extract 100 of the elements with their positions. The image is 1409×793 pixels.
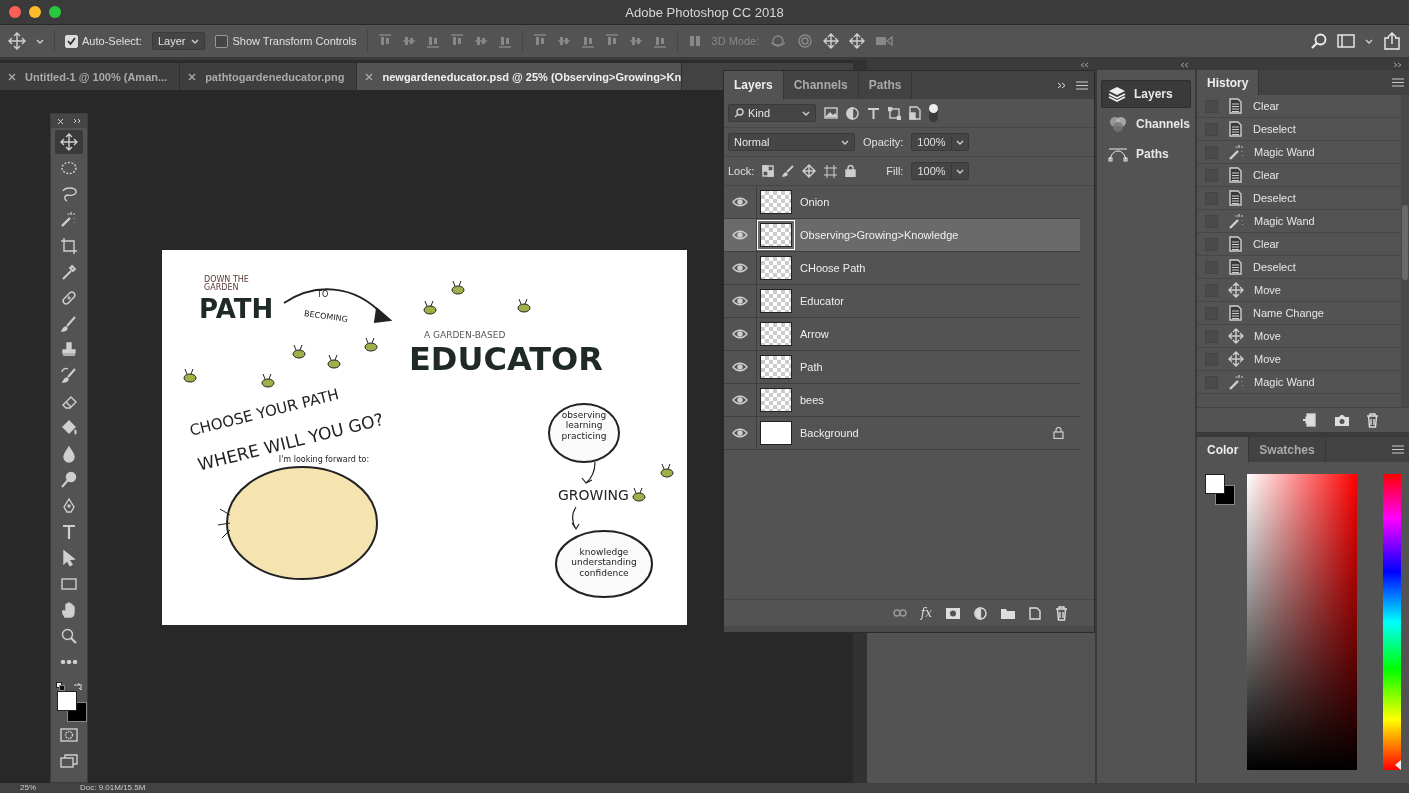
layer-row[interactable]: CHoose Path — [724, 252, 1080, 285]
history-item[interactable]: Move — [1197, 348, 1401, 371]
brush-icon[interactable] — [782, 165, 795, 177]
document-tab[interactable]: newgardeneducator.psd @ 25% (Observing>Growing>Kn — [357, 63, 683, 90]
close-icon[interactable] — [365, 72, 374, 81]
fill-field[interactable]: 100% — [911, 162, 969, 180]
lock-transparency-icon[interactable] — [762, 165, 775, 177]
color-panel-tab[interactable]: Swatches — [1249, 437, 1326, 462]
history-item[interactable]: Magic Wand — [1197, 210, 1401, 233]
expand-icon[interactable] — [1393, 62, 1403, 68]
lock-icon[interactable] — [845, 165, 857, 177]
smart-object-filter-icon[interactable] — [909, 106, 921, 120]
eye-icon[interactable] — [732, 329, 748, 339]
eye-icon[interactable] — [732, 428, 748, 438]
dock-panel-button[interactable]: Channels — [1101, 110, 1191, 138]
panel-tab[interactable]: Channels — [783, 71, 859, 99]
trash-icon[interactable] — [1055, 605, 1068, 621]
move-icon[interactable] — [802, 164, 817, 178]
panel-tab[interactable]: Paths — [858, 71, 913, 99]
layer-row[interactable]: Background — [724, 417, 1080, 450]
history-item[interactable]: Magic Wand — [1197, 141, 1401, 164]
history-item[interactable]: Magic Wand — [1197, 371, 1401, 394]
pan-3d-icon[interactable] — [823, 33, 840, 49]
blend-mode-dropdown[interactable]: Normal — [728, 133, 855, 151]
close-icon[interactable] — [8, 72, 16, 81]
caret-icon[interactable] — [1365, 38, 1373, 44]
history-panel-tab[interactable]: History — [1197, 70, 1260, 95]
transform-controls-checkbox[interactable] — [215, 34, 229, 48]
eye-icon[interactable] — [732, 362, 748, 372]
layer-mask-icon[interactable] — [946, 607, 960, 619]
layer-row[interactable]: Arrow — [724, 318, 1080, 351]
history-item[interactable]: Deselect — [1197, 187, 1401, 210]
close-icon[interactable] — [57, 117, 64, 125]
history-item[interactable]: Deselect — [1197, 118, 1401, 141]
camera-icon[interactable] — [1334, 413, 1350, 427]
layer-row[interactable]: bees — [724, 384, 1080, 417]
adjustment-layer-icon[interactable] — [974, 606, 987, 620]
eye-icon[interactable] — [732, 296, 748, 306]
foreground-background-swatches[interactable] — [57, 691, 87, 721]
minimize-window-button[interactable] — [29, 6, 41, 18]
zoom-level[interactable]: 25% — [0, 783, 80, 793]
color-field[interactable] — [1247, 474, 1357, 770]
collapse-icon[interactable] — [1079, 62, 1089, 68]
menu-icon[interactable] — [1392, 445, 1404, 454]
screen-mode-icon[interactable] — [60, 754, 78, 768]
menu-icon[interactable] — [1076, 80, 1088, 90]
adjustment-filter-icon[interactable] — [846, 106, 859, 120]
eye-icon[interactable] — [732, 197, 748, 207]
eye-icon[interactable] — [732, 395, 748, 405]
history-item[interactable]: Clear — [1197, 95, 1401, 118]
panel-tab[interactable]: Layers — [724, 71, 784, 99]
layer-row[interactable]: Educator — [724, 285, 1080, 318]
document-tab[interactable]: Untitled-1 @ 100% (Aman... — [0, 63, 181, 90]
layer-row[interactable]: Observing>Growing>Knowledge — [724, 219, 1080, 252]
history-item[interactable]: Clear — [1197, 164, 1401, 187]
dock-panel-button[interactable]: Paths — [1101, 140, 1191, 168]
close-window-button[interactable] — [9, 6, 21, 18]
layer-row[interactable]: Path — [724, 351, 1080, 384]
document-tab[interactable]: pathtogardeneducator.png — [180, 63, 358, 90]
opacity-field[interactable]: 100% — [911, 133, 969, 151]
new-layer-icon[interactable] — [1029, 606, 1041, 620]
swap-colors-icon[interactable] — [73, 682, 82, 691]
zoom-window-button[interactable] — [49, 6, 61, 18]
hue-slider-thumb[interactable] — [1395, 760, 1401, 770]
share-icon[interactable] — [1383, 32, 1401, 50]
history-item[interactable]: Move — [1197, 279, 1401, 302]
auto-select-target-dropdown[interactable]: Layer — [151, 32, 206, 50]
folder-icon[interactable] — [1001, 607, 1015, 619]
scrollbar-thumb[interactable] — [1402, 205, 1408, 280]
quick-mask-icon[interactable] — [60, 728, 78, 742]
search-icon[interactable] — [1311, 33, 1327, 49]
hue-slider[interactable] — [1383, 474, 1401, 770]
default-colors-icon[interactable] — [56, 682, 65, 691]
move-tool-icon[interactable] — [8, 32, 26, 50]
new-document-from-state-icon[interactable] — [1302, 413, 1318, 427]
history-item[interactable]: Deselect — [1197, 256, 1401, 279]
filter-kind-dropdown[interactable]: Kind — [728, 104, 816, 122]
collapse-icon[interactable] — [1179, 62, 1189, 68]
close-icon[interactable] — [188, 72, 197, 81]
color-panel-tab[interactable]: Color — [1197, 437, 1250, 462]
artboard-icon[interactable] — [824, 164, 838, 178]
foreground-background-swatches[interactable] — [1205, 474, 1237, 506]
workspace-icon[interactable] — [1337, 34, 1355, 48]
eye-icon[interactable] — [732, 230, 748, 240]
history-item[interactable]: Clear — [1197, 233, 1401, 256]
trash-icon[interactable] — [1366, 412, 1379, 428]
history-item[interactable]: Name Change — [1197, 302, 1401, 325]
eye-icon[interactable] — [732, 263, 748, 273]
slide-3d-icon[interactable] — [849, 33, 866, 49]
filter-toggle[interactable] — [929, 104, 938, 122]
caret-icon[interactable] — [36, 38, 44, 44]
history-item[interactable]: Move — [1197, 325, 1401, 348]
type-filter-icon[interactable] — [867, 106, 880, 120]
link-icon[interactable] — [892, 609, 907, 617]
image-filter-icon[interactable] — [824, 107, 838, 119]
dock-panel-button[interactable]: Layers — [1101, 80, 1191, 108]
tool-button[interactable] — [55, 130, 83, 154]
menu-icon[interactable] — [1392, 78, 1404, 87]
auto-select-checkbox[interactable] — [65, 34, 78, 48]
expand-icon[interactable] — [73, 118, 81, 124]
